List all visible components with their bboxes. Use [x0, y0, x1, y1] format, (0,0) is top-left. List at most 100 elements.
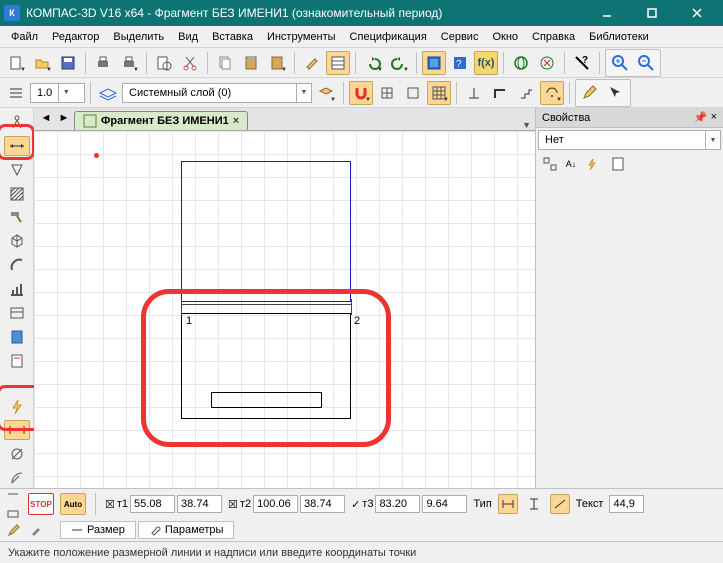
- t3-y-input[interactable]: [422, 495, 467, 513]
- zoom-out-button[interactable]: [634, 51, 658, 75]
- tool-table[interactable]: [4, 303, 30, 323]
- auto-button[interactable]: Auto: [60, 493, 86, 515]
- layer-combo[interactable]: Системный слой (0) ▼: [122, 83, 312, 103]
- print2-button[interactable]: ▼: [117, 51, 141, 75]
- dim-opt1-button[interactable]: [4, 485, 22, 503]
- stop-button[interactable]: STOP: [28, 493, 54, 515]
- dropdown-icon[interactable]: ▼: [705, 131, 720, 149]
- tool-spec[interactable]: [4, 351, 30, 371]
- type-align-button[interactable]: [550, 494, 570, 514]
- t1-y-input[interactable]: [177, 495, 222, 513]
- panel-pin-button[interactable]: 📌: [694, 111, 708, 124]
- tool-arc[interactable]: [4, 255, 30, 275]
- tab-prev-button[interactable]: ◄: [38, 110, 54, 126]
- magnet-button[interactable]: ▼: [349, 81, 373, 105]
- menu-help[interactable]: Справка: [525, 29, 582, 45]
- grid-button[interactable]: ▼: [427, 81, 451, 105]
- redo-button[interactable]: ▼: [387, 51, 411, 75]
- menu-service[interactable]: Сервис: [434, 29, 486, 45]
- tool-dimension[interactable]: [4, 136, 30, 156]
- text-input[interactable]: [609, 495, 644, 513]
- t3-x-input[interactable]: [375, 495, 420, 513]
- arrow-edit-button[interactable]: [604, 81, 628, 105]
- copy-button[interactable]: [213, 51, 237, 75]
- tab-params[interactable]: Параметры: [138, 521, 235, 539]
- open-button[interactable]: ▼: [30, 51, 54, 75]
- filter-combo[interactable]: Нет ▼: [538, 130, 721, 150]
- t1-x-input[interactable]: [130, 495, 175, 513]
- properties-button[interactable]: [326, 51, 350, 75]
- pencil-edit-button[interactable]: [578, 81, 602, 105]
- t2-y-input[interactable]: [300, 495, 345, 513]
- checkbox-icon[interactable]: ☒: [105, 498, 115, 511]
- paste-button[interactable]: [239, 51, 263, 75]
- cut-button[interactable]: [178, 51, 202, 75]
- checkbox-icon[interactable]: ☒: [228, 498, 238, 511]
- t2-x-input[interactable]: [253, 495, 298, 513]
- sort-az-button[interactable]: A↓: [561, 154, 581, 174]
- tab-close-button[interactable]: ×: [233, 115, 239, 127]
- lock-icon[interactable]: ✓: [351, 498, 360, 511]
- dropdown-icon[interactable]: ▼: [296, 84, 311, 102]
- lib-button[interactable]: [422, 51, 446, 75]
- layers2-button[interactable]: ▼: [314, 81, 338, 105]
- menu-libs[interactable]: Библиотеки: [582, 29, 656, 45]
- paste2-button[interactable]: ▼: [265, 51, 289, 75]
- menu-insert[interactable]: Вставка: [205, 29, 260, 45]
- prop-doc-button[interactable]: [608, 154, 628, 174]
- tool-hammer[interactable]: [4, 208, 30, 228]
- fx-button[interactable]: f(x): [474, 51, 498, 75]
- layer-icon[interactable]: [96, 81, 120, 105]
- snap-button[interactable]: [375, 81, 399, 105]
- save-button[interactable]: [56, 51, 80, 75]
- help-button[interactable]: ?: [570, 51, 594, 75]
- pencil-icon[interactable]: [4, 521, 24, 539]
- globe-button[interactable]: [509, 51, 533, 75]
- vars-button[interactable]: ?: [448, 51, 472, 75]
- undo-button[interactable]: ▼: [361, 51, 385, 75]
- menu-view[interactable]: Вид: [171, 29, 205, 45]
- close-button[interactable]: [674, 0, 719, 26]
- brush2-icon[interactable]: [26, 521, 46, 539]
- tool-linear-dim[interactable]: [4, 420, 30, 440]
- line-style-button[interactable]: [4, 81, 28, 105]
- maximize-button[interactable]: [629, 0, 674, 26]
- tool-compass[interactable]: [4, 112, 30, 132]
- round-button[interactable]: ▼: [540, 81, 564, 105]
- panel-close-button[interactable]: ×: [711, 111, 717, 124]
- preview-button[interactable]: [152, 51, 176, 75]
- tab-size[interactable]: Размер: [60, 521, 136, 539]
- tool-report[interactable]: [4, 327, 30, 347]
- dropdown-icon[interactable]: ▼: [58, 84, 73, 102]
- type-v-button[interactable]: [524, 494, 544, 514]
- ortho-button[interactable]: [488, 81, 512, 105]
- tool-hatch[interactable]: [4, 184, 30, 204]
- tool-3d[interactable]: [4, 231, 30, 251]
- document-tab[interactable]: Фрагмент БЕЗ ИМЕНИ1 ×: [74, 111, 248, 130]
- sort-cat-button[interactable]: [540, 154, 560, 174]
- snap2-button[interactable]: [401, 81, 425, 105]
- prop-lightning-button[interactable]: [582, 154, 602, 174]
- tab-next-button[interactable]: ►: [56, 110, 72, 126]
- minimize-button[interactable]: [584, 0, 629, 26]
- tool-chart[interactable]: [4, 279, 30, 299]
- tool-lightning[interactable]: [4, 397, 30, 417]
- menu-select[interactable]: Выделить: [106, 29, 171, 45]
- menu-spec[interactable]: Спецификация: [343, 29, 434, 45]
- drawing-canvas[interactable]: 1 2: [34, 130, 535, 488]
- menu-tools[interactable]: Инструменты: [260, 29, 343, 45]
- menu-file[interactable]: Файл: [4, 29, 45, 45]
- menu-edit[interactable]: Редактор: [45, 29, 106, 45]
- print-button[interactable]: [91, 51, 115, 75]
- type-h-button[interactable]: [498, 494, 518, 514]
- tool-text[interactable]: [4, 160, 30, 180]
- brush-button[interactable]: [300, 51, 324, 75]
- perp-button[interactable]: [462, 81, 486, 105]
- new-button[interactable]: ▼: [4, 51, 28, 75]
- line-width-combo[interactable]: 1.0 ▼: [30, 83, 85, 103]
- tool-diameter[interactable]: [4, 444, 30, 464]
- zoom-in-button[interactable]: [608, 51, 632, 75]
- tab-menu-button[interactable]: ▼: [522, 120, 531, 130]
- step-button[interactable]: [514, 81, 538, 105]
- menu-window[interactable]: Окно: [485, 29, 525, 45]
